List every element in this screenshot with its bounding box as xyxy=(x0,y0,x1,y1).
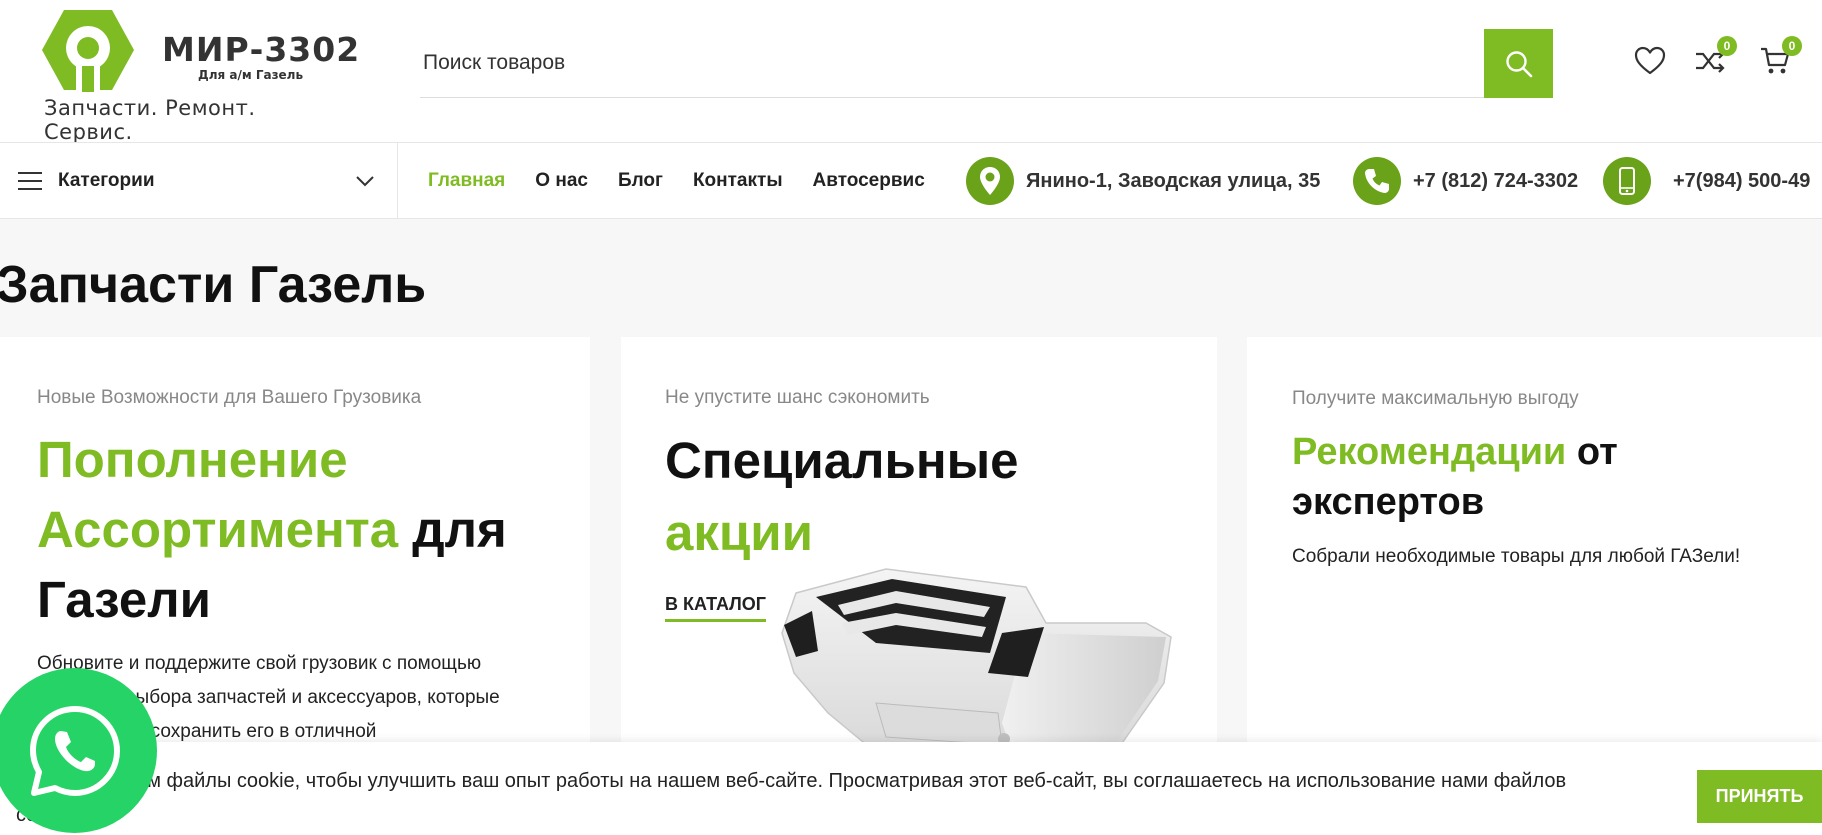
cookie-consent-bar: Мы используем файлы cookie, чтобы улучши… xyxy=(0,742,1822,835)
categories-label: Категории xyxy=(58,170,155,191)
card-pretitle: Получите максимальную выгоду xyxy=(1292,388,1579,409)
phone-number-1: +7 (812) 724-3302 xyxy=(1413,169,1579,192)
search-input[interactable] xyxy=(420,29,1484,97)
categories-dropdown[interactable]: Категории xyxy=(0,143,398,219)
catalog-link[interactable]: В КАТАЛОГ xyxy=(665,594,767,622)
phone-block-2[interactable]: +7(984) 500-49 xyxy=(1603,155,1810,207)
menu-item-home[interactable]: Главная xyxy=(428,170,505,192)
menu-links: Главная О нас Блог Контакты Автосервис xyxy=(428,143,955,219)
whatsapp-icon xyxy=(29,705,120,796)
card-title-rest: Специальные xyxy=(665,432,1019,489)
card-title: Рекомендации от экспертов xyxy=(1292,427,1712,527)
mobile-phone-icon xyxy=(1603,157,1651,205)
card-title: Специальные акции xyxy=(665,425,1105,569)
location-pin-icon xyxy=(966,157,1014,205)
hamburger-icon xyxy=(18,172,42,190)
phone-icon xyxy=(1353,157,1401,205)
brand-tagline: Запчасти. Ремонт. Сервис. xyxy=(44,96,256,144)
compare-count-badge: 0 xyxy=(1717,36,1737,56)
brand-subtitle: Для а/м Газель xyxy=(198,68,304,82)
logo-wrench-icon xyxy=(42,10,134,92)
heart-icon xyxy=(1634,46,1666,75)
card-pretitle: Не упустите шанс сэкономить xyxy=(665,387,930,408)
card-description: Собрали необходимые товары для любой ГАЗ… xyxy=(1292,546,1741,567)
address-text: Янино-1, Заводская улица, 35 xyxy=(1026,169,1321,192)
cart-count-badge: 0 xyxy=(1782,36,1802,56)
search-bar xyxy=(420,29,1553,98)
chevron-down-icon xyxy=(356,176,374,187)
main-navigation: Категории Главная О нас Блог Контакты Ав… xyxy=(0,142,1822,219)
wishlist-button[interactable] xyxy=(1633,44,1667,78)
search-icon xyxy=(1505,50,1532,77)
menu-item-contacts[interactable]: Контакты xyxy=(693,170,783,192)
compare-button[interactable]: 0 xyxy=(1693,36,1737,78)
address-block[interactable]: Янино-1, Заводская улица, 35 xyxy=(966,155,1320,207)
site-header: МИР-3302 Для а/м Газель Запчасти. Ремонт… xyxy=(0,0,1822,144)
logo[interactable]: МИР-3302 Для а/м Газель Запчасти. Ремонт… xyxy=(40,8,359,144)
menu-item-about[interactable]: О нас xyxy=(535,170,588,192)
phone-block-1[interactable]: +7 (812) 724-3302 xyxy=(1353,155,1578,207)
card-title: Пополнение Ассортимента для Газели xyxy=(37,425,577,635)
card-title-accent: Пополнение Ассортимента xyxy=(37,431,399,558)
card-title-accent: Рекомендации xyxy=(1292,431,1567,473)
cookie-message: Мы используем файлы cookie, чтобы улучши… xyxy=(16,770,1567,826)
cart-button[interactable]: 0 xyxy=(1758,36,1802,78)
brand-name: МИР-3302 xyxy=(162,30,361,69)
search-button[interactable] xyxy=(1484,29,1553,98)
accept-cookies-button[interactable]: ПРИНЯТЬ xyxy=(1697,770,1822,823)
card-pretitle: Новые Возможности для Вашего Грузовика xyxy=(37,387,422,408)
menu-item-blog[interactable]: Блог xyxy=(618,170,663,192)
page-title: Запчасти Газель xyxy=(0,256,427,314)
phone-number-2: +7(984) 500-49 xyxy=(1673,169,1811,192)
menu-item-autoservice[interactable]: Автосервис xyxy=(813,170,925,192)
